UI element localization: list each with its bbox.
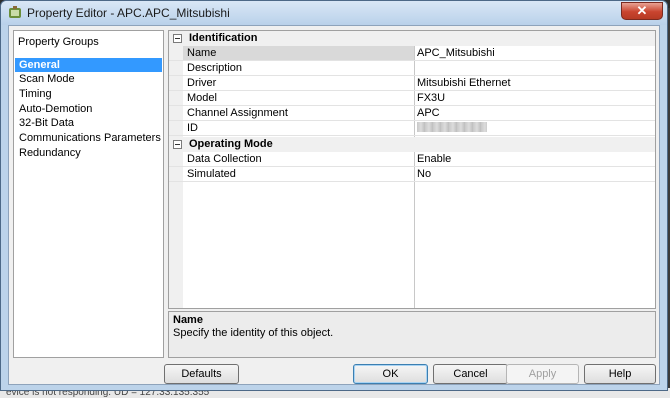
ok-button[interactable]: OK (353, 364, 428, 384)
category-identification[interactable]: Identification (169, 31, 655, 46)
property-value-field[interactable]: APC_Mitsubishi (417, 47, 495, 59)
property-row-id[interactable]: ID (169, 121, 655, 136)
category-label: Operating Mode (189, 138, 273, 150)
property-groups-panel: Property Groups General Scan Mode Timing… (13, 30, 164, 358)
group-item-redundancy[interactable]: Redundancy (15, 146, 162, 160)
property-row-data-collection[interactable]: Data Collection Enable (169, 152, 655, 167)
selected-row-highlight (183, 46, 414, 60)
property-name: Channel Assignment (187, 107, 288, 119)
app-icon (9, 6, 21, 18)
property-name: Description (187, 62, 243, 74)
property-value-field[interactable]: Mitsubishi Ethernet (417, 77, 511, 89)
redacted-value (417, 122, 487, 132)
property-row-driver[interactable]: Driver Mitsubishi Ethernet (169, 76, 655, 91)
property-editor-window: Property Editor - APC.APC_Mitsubishi ✕ P… (0, 0, 668, 391)
group-item-communications-parameters[interactable]: Communications Parameters (15, 131, 162, 145)
description-title: Name (173, 314, 203, 326)
apply-button[interactable]: Apply (506, 364, 579, 384)
window-title: Property Editor - APC.APC_Mitsubishi (27, 6, 230, 20)
property-name: ID (187, 122, 198, 134)
property-row-description[interactable]: Description (169, 61, 655, 76)
close-icon: ✕ (636, 3, 648, 18)
category-operating-mode[interactable]: Operating Mode (169, 137, 655, 152)
cancel-button[interactable]: Cancel (433, 364, 508, 384)
property-name: Driver (187, 77, 217, 89)
property-row-model[interactable]: Model FX3U (169, 91, 655, 106)
group-item-auto-demotion[interactable]: Auto-Demotion (15, 102, 162, 116)
group-item-scan-mode[interactable]: Scan Mode (15, 72, 162, 86)
group-item-32-bit-data[interactable]: 32-Bit Data (15, 116, 162, 130)
group-item-general[interactable]: General (15, 58, 162, 72)
property-grid: Identification Name APC_Mitsubishi Descr… (168, 30, 656, 309)
property-row-simulated[interactable]: Simulated No (169, 167, 655, 182)
collapse-icon[interactable] (173, 140, 182, 149)
group-item-timing[interactable]: Timing (15, 87, 162, 101)
property-value-field[interactable] (417, 122, 487, 135)
property-name: Data Collection (187, 153, 262, 165)
property-groups-heading: Property Groups (18, 36, 99, 48)
description-text: Specify the identity of this object. (173, 327, 334, 339)
property-value-field[interactable]: Enable (417, 153, 451, 165)
collapse-icon[interactable] (173, 34, 182, 43)
property-value-field[interactable]: FX3U (417, 92, 445, 104)
property-name: Simulated (187, 168, 236, 180)
title-bar[interactable]: Property Editor - APC.APC_Mitsubishi ✕ (1, 1, 667, 25)
property-row-channel-assignment[interactable]: Channel Assignment APC (169, 106, 655, 121)
property-value-field[interactable]: APC (417, 107, 440, 119)
property-name: Model (187, 92, 217, 104)
defaults-button[interactable]: Defaults (164, 364, 239, 384)
property-value-field[interactable]: No (417, 168, 431, 180)
property-name: Name (187, 47, 217, 59)
help-button[interactable]: Help (584, 364, 656, 384)
dialog-client-area: Property Groups General Scan Mode Timing… (8, 25, 660, 385)
property-row-name[interactable]: Name APC_Mitsubishi (169, 46, 655, 61)
close-button[interactable]: ✕ (621, 2, 663, 20)
description-panel: Name Specify the identity of this object… (168, 311, 656, 358)
category-label: Identification (189, 32, 258, 44)
